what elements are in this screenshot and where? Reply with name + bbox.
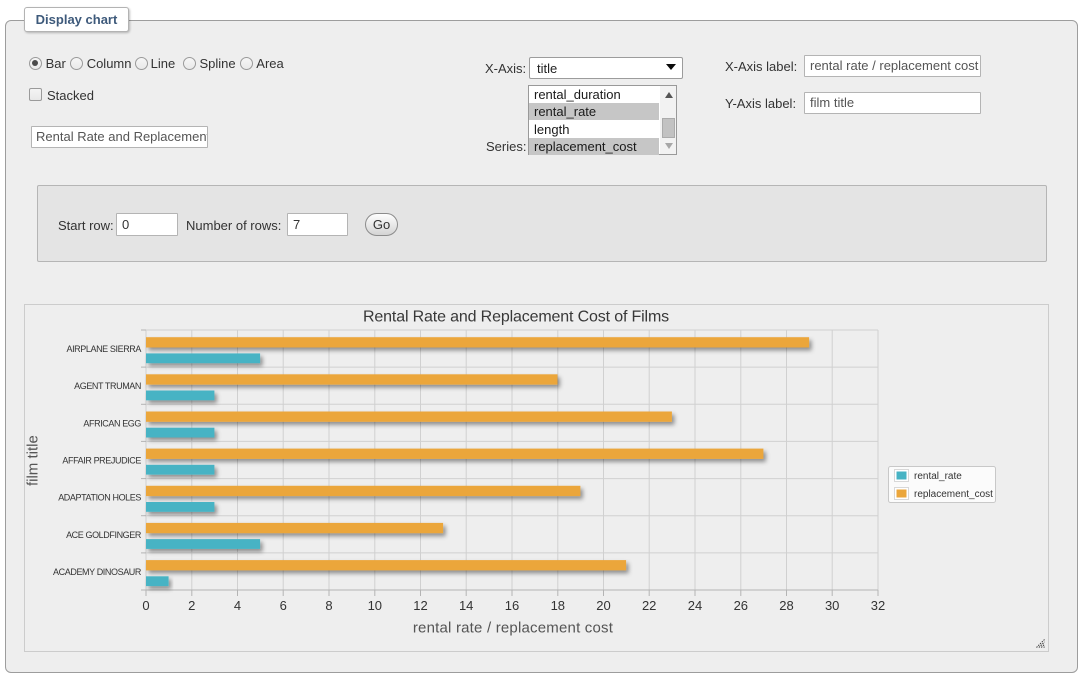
svg-text:AGENT TRUMAN: AGENT TRUMAN bbox=[74, 381, 141, 391]
svg-text:10: 10 bbox=[368, 598, 382, 613]
svg-text:ACE GOLDFINGER: ACE GOLDFINGER bbox=[66, 530, 142, 540]
svg-text:6: 6 bbox=[280, 598, 287, 613]
svg-text:30: 30 bbox=[825, 598, 839, 613]
svg-text:rental rate / replacement cost: rental rate / replacement cost bbox=[413, 620, 614, 637]
svg-text:ADAPTATION HOLES: ADAPTATION HOLES bbox=[58, 493, 141, 503]
svg-text:4: 4 bbox=[234, 598, 241, 613]
svg-text:Rental Rate and Replacement Co: Rental Rate and Replacement Cost of Film… bbox=[363, 309, 669, 326]
svg-text:28: 28 bbox=[779, 598, 793, 613]
svg-text:16: 16 bbox=[505, 598, 519, 613]
svg-text:24: 24 bbox=[688, 598, 702, 613]
svg-text:AFFAIR PREJUDICE: AFFAIR PREJUDICE bbox=[62, 456, 141, 466]
svg-text:replacement_cost: replacement_cost bbox=[914, 489, 993, 500]
svg-text:18: 18 bbox=[551, 598, 565, 613]
svg-text:8: 8 bbox=[325, 598, 332, 613]
svg-text:22: 22 bbox=[642, 598, 656, 613]
svg-text:12: 12 bbox=[413, 598, 427, 613]
svg-text:AIRPLANE SIERRA: AIRPLANE SIERRA bbox=[66, 344, 141, 354]
svg-text:14: 14 bbox=[459, 598, 473, 613]
svg-text:2: 2 bbox=[188, 598, 195, 613]
svg-text:AFRICAN EGG: AFRICAN EGG bbox=[83, 418, 141, 428]
svg-text:32: 32 bbox=[871, 598, 885, 613]
svg-text:rental_rate: rental_rate bbox=[914, 471, 962, 482]
svg-text:ACADEMY DINOSAUR: ACADEMY DINOSAUR bbox=[53, 567, 142, 577]
svg-text:20: 20 bbox=[596, 598, 610, 613]
svg-text:26: 26 bbox=[734, 598, 748, 613]
svg-text:0: 0 bbox=[142, 598, 149, 613]
svg-text:film title: film title bbox=[25, 435, 42, 486]
